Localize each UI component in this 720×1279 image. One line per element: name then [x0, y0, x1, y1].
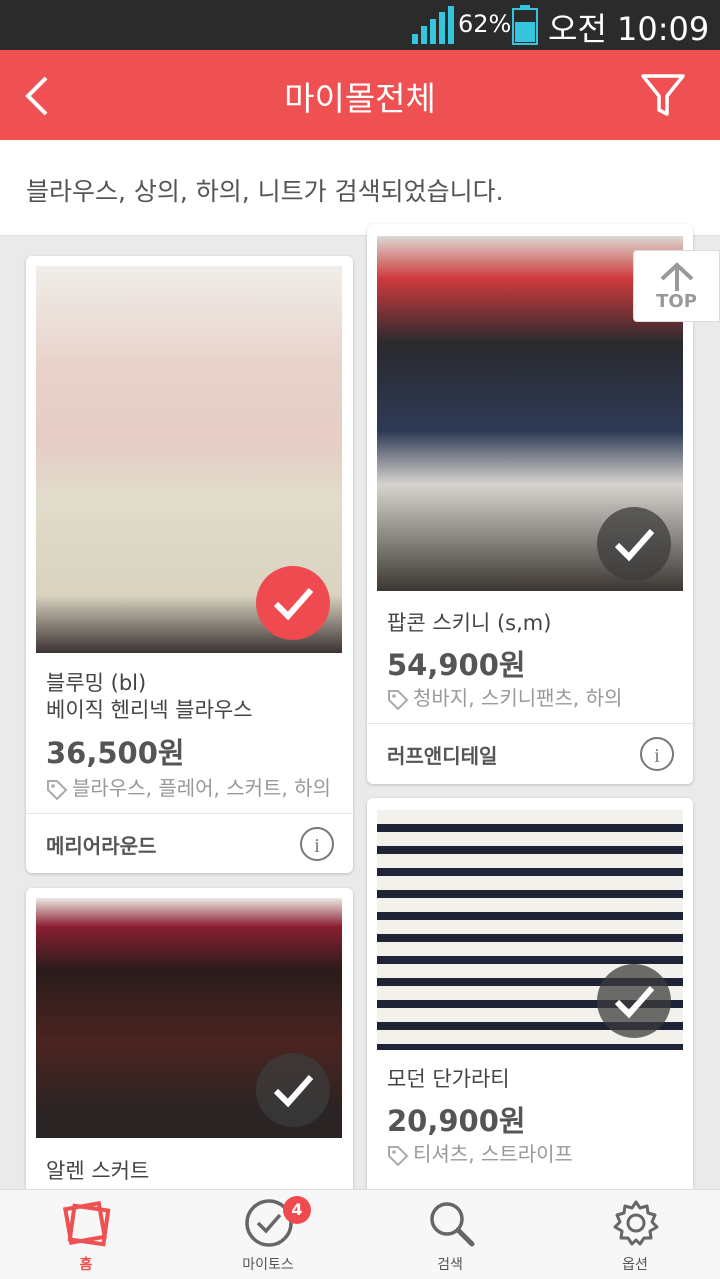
- product-tags: 티셔츠, 스트라이프: [387, 1138, 573, 1167]
- app-header: 마이몰전체: [0, 50, 720, 140]
- nav-item-home[interactable]: 홈: [26, 1190, 146, 1279]
- product-name: 팝콘 스키니 (s,m): [387, 611, 552, 635]
- svg-text:i: i: [654, 745, 660, 767]
- scroll-top-label: TOP: [656, 291, 697, 312]
- tag-icon: [388, 689, 409, 710]
- tag-icon: [388, 1145, 409, 1166]
- check-icon[interactable]: [256, 1053, 330, 1127]
- gear-icon: [613, 1200, 659, 1246]
- check-icon[interactable]: [597, 964, 671, 1038]
- shop-row[interactable]: 러프앤디테일 i: [367, 723, 693, 783]
- battery-percent: 62%: [458, 10, 512, 38]
- tag-icon: [47, 779, 68, 800]
- check-icon[interactable]: [256, 566, 330, 640]
- shop-name[interactable]: 메리어라운드: [46, 830, 156, 859]
- filter-icon[interactable]: [640, 70, 686, 120]
- nav-label: 홈: [79, 1257, 93, 1273]
- product-card[interactable]: 알렌 스커트: [26, 888, 353, 1208]
- home-icon: [62, 1200, 111, 1247]
- product-name: 알렌 스커트: [46, 1159, 150, 1183]
- search-icon: [430, 1202, 475, 1247]
- nav-label: 마이토스: [242, 1257, 294, 1273]
- scroll-top-button[interactable]: TOP: [633, 250, 720, 322]
- arrow-up-icon: [660, 262, 694, 291]
- battery-icon: [512, 5, 538, 45]
- product-card[interactable]: 블루밍 (bl) 베이직 헨리넥 블라우스 36,500원 블라우스, 플레어,…: [26, 256, 353, 873]
- nav-label: 검색: [437, 1257, 463, 1273]
- product-tags: 청바지, 스키니팬츠, 하의: [387, 682, 622, 711]
- shop-row[interactable]: 메리어라운드 i: [26, 813, 353, 873]
- info-icon[interactable]: i: [639, 736, 675, 772]
- notification-badge: 4: [283, 1196, 311, 1224]
- bottom-nav: 홈 4 마이토스 검색 옵션: [0, 1189, 720, 1279]
- product-name: 모던 단가라티: [387, 1067, 510, 1091]
- nav-item-options[interactable]: 옵션: [575, 1190, 695, 1279]
- product-card[interactable]: 모던 단가라티 20,900원 티셔츠, 스트라이프: [367, 798, 693, 1208]
- page-title: 마이몰전체: [284, 79, 436, 118]
- shop-name[interactable]: 러프앤디테일: [387, 740, 497, 769]
- svg-text:i: i: [314, 835, 320, 857]
- nav-item-search[interactable]: 검색: [390, 1190, 510, 1279]
- signal-icon: [412, 6, 454, 44]
- product-tags: 블라우스, 플레어, 스커트, 하의: [46, 772, 331, 801]
- search-result-bar: 블라우스, 상의, 하의, 니트가 검색되었습니다.: [0, 140, 720, 236]
- status-bar: 62% 오전 10:09: [0, 0, 720, 50]
- search-result-text: 블라우스, 상의, 하의, 니트가 검색되었습니다.: [26, 177, 504, 206]
- nav-item-mytos[interactable]: 4 마이토스: [208, 1190, 328, 1279]
- product-name: 블루밍 (bl) 베이직 헨리넥 블라우스: [46, 671, 253, 722]
- product-price: 36,500원: [46, 736, 185, 770]
- product-price: 20,900원: [387, 1104, 526, 1138]
- check-icon[interactable]: [597, 507, 671, 581]
- nav-label: 옵션: [622, 1257, 648, 1273]
- info-icon[interactable]: i: [299, 826, 335, 862]
- clock: 오전 10:09: [548, 10, 710, 48]
- product-price: 54,900원: [387, 648, 526, 682]
